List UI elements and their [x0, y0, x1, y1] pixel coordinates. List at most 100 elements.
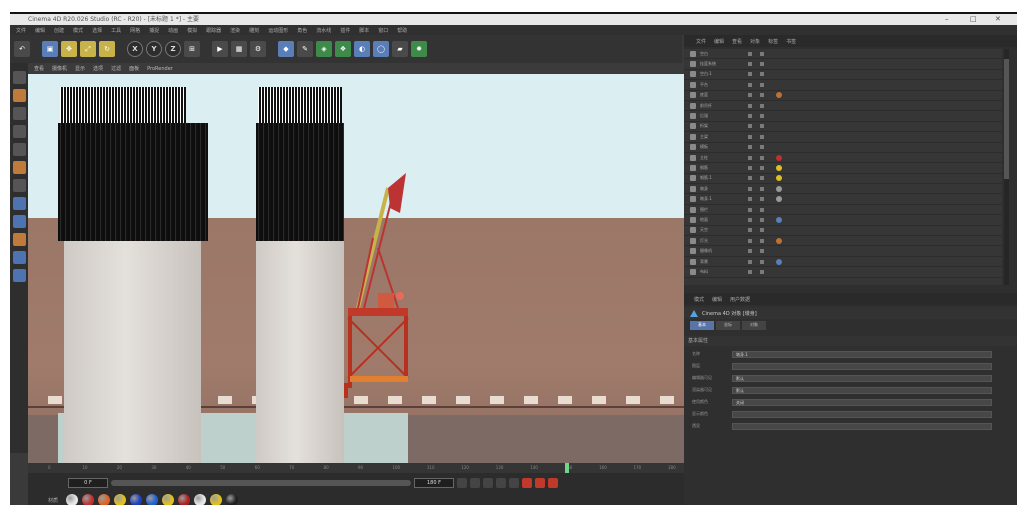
- object-tag-icon[interactable]: [776, 154, 782, 161]
- polygon-mode-icon[interactable]: [12, 161, 26, 174]
- timeline-slider[interactable]: [111, 480, 411, 486]
- object-name[interactable]: 布料: [700, 269, 740, 275]
- object-name[interactable]: 灯光: [700, 238, 740, 244]
- object-tag-icon[interactable]: [776, 185, 782, 192]
- object-tag-icon[interactable]: [776, 216, 782, 223]
- object-manager-menu-item[interactable]: 对象: [750, 38, 760, 45]
- visibility-toggle[interactable]: [748, 186, 752, 191]
- menu-item[interactable]: 流水线: [316, 27, 331, 34]
- record-icon[interactable]: [522, 478, 532, 488]
- visibility-toggle[interactable]: [748, 259, 752, 264]
- close-button[interactable]: ✕: [995, 14, 1001, 25]
- playhead-marker[interactable]: [565, 463, 569, 473]
- object-row[interactable]: 灯光: [684, 236, 1002, 247]
- autokey-icon[interactable]: [535, 478, 545, 488]
- render-toggle[interactable]: [760, 186, 764, 191]
- 3d-viewport[interactable]: 查看 摄像机 显示 选项 过滤 面板 ProRender: [28, 63, 684, 463]
- material-swatch[interactable]: [162, 494, 175, 505]
- viewport-menu-item[interactable]: 过滤: [111, 65, 121, 72]
- object-manager-menu-item[interactable]: 标签: [768, 38, 778, 45]
- render-toggle[interactable]: [760, 134, 764, 139]
- object-row[interactable]: 墩身: [684, 184, 1002, 195]
- point-mode-icon[interactable]: [12, 125, 26, 138]
- y-axis-toggle[interactable]: Y: [146, 41, 162, 57]
- object-row[interactable]: 后锚: [684, 111, 1002, 122]
- render-toggle[interactable]: [760, 165, 764, 170]
- object-row[interactable]: 平台: [684, 80, 1002, 91]
- scrollbar-thumb[interactable]: [1004, 59, 1009, 179]
- object-name[interactable]: 墩身: [700, 186, 740, 192]
- render-toggle[interactable]: [760, 62, 764, 67]
- material-swatch[interactable]: [130, 494, 143, 505]
- render-toggle[interactable]: [760, 51, 764, 56]
- workplane-icon[interactable]: [12, 251, 26, 264]
- menu-item[interactable]: 模式: [73, 27, 83, 34]
- menu-item[interactable]: 帮助: [397, 27, 407, 34]
- render-toggle[interactable]: [760, 217, 764, 222]
- material-swatch[interactable]: [226, 494, 239, 505]
- visibility-toggle[interactable]: [748, 72, 752, 77]
- object-name[interactable]: 后锚: [700, 113, 740, 119]
- edge-mode-icon[interactable]: [12, 143, 26, 156]
- cloner-icon[interactable]: ❖: [335, 41, 351, 57]
- menu-item[interactable]: 捕捉: [149, 27, 159, 34]
- object-row[interactable]: 立柱: [684, 153, 1002, 164]
- object-manager-menu-item[interactable]: 文件: [696, 38, 706, 45]
- render-toggle[interactable]: [760, 103, 764, 108]
- visibility-toggle[interactable]: [748, 134, 752, 139]
- object-name[interactable]: 钢筋.1: [700, 175, 740, 181]
- object-name[interactable]: 地面: [700, 217, 740, 223]
- render-toggle[interactable]: [760, 124, 764, 129]
- object-tag-icon[interactable]: [776, 237, 782, 244]
- menu-item[interactable]: 工具: [111, 27, 121, 34]
- object-name[interactable]: 钢筋: [700, 165, 740, 171]
- x-axis-toggle[interactable]: X: [127, 41, 143, 57]
- next-key-icon[interactable]: [496, 478, 506, 488]
- texture-mode-icon[interactable]: [12, 107, 26, 120]
- object-manager-list[interactable]: 空白 挂篮系统 空白.1 平台 底篮 前吊杆 后锚 桁架 主梁 模板 立柱 钢筋 钢筋.1 墩身 墩身.1 围…: [684, 49, 1002, 285]
- menu-item[interactable]: 渲染: [230, 27, 240, 34]
- menu-item[interactable]: 文件: [16, 27, 26, 34]
- menu-item[interactable]: 雕刻: [249, 27, 259, 34]
- object-tag-icon[interactable]: [776, 196, 782, 203]
- object-name[interactable]: 立柱: [700, 155, 740, 161]
- object-tag-icon[interactable]: [776, 175, 782, 182]
- visibility-toggle[interactable]: [748, 207, 752, 212]
- attribute-value-field[interactable]: 墩身.1: [732, 350, 992, 358]
- attribute-subtab[interactable]: 坐标: [716, 321, 740, 330]
- material-swatch[interactable]: [194, 494, 207, 505]
- object-row[interactable]: 挂篮系统: [684, 59, 1002, 70]
- object-row[interactable]: 空白: [684, 49, 1002, 60]
- menu-item[interactable]: 选择: [92, 27, 102, 34]
- object-tag-icon[interactable]: [776, 164, 782, 171]
- object-name[interactable]: 桁架: [700, 123, 740, 129]
- object-name[interactable]: 底篮: [700, 92, 740, 98]
- viewport-menu-item[interactable]: 显示: [75, 65, 85, 72]
- object-row[interactable]: 底篮: [684, 91, 1002, 101]
- visibility-toggle[interactable]: [748, 114, 752, 119]
- object-manager-menu-item[interactable]: 查看: [732, 38, 742, 45]
- viewport-menu-item[interactable]: ProRender: [147, 66, 173, 72]
- visibility-toggle[interactable]: [748, 145, 752, 150]
- material-swatch[interactable]: [66, 494, 79, 505]
- axis-mode-icon[interactable]: [12, 197, 26, 210]
- render-toggle[interactable]: [760, 82, 764, 87]
- object-row[interactable]: 桁架: [684, 122, 1002, 133]
- subdivision-icon[interactable]: ◈: [316, 41, 332, 57]
- visibility-toggle[interactable]: [748, 228, 752, 233]
- previous-key-icon[interactable]: [470, 478, 480, 488]
- frame-ruler[interactable]: 0102030405060708090100110120130140150160…: [28, 463, 684, 473]
- attribute-value-field[interactable]: [732, 422, 992, 430]
- undo-icon[interactable]: ↶: [14, 41, 30, 57]
- pen-icon[interactable]: ✎: [297, 41, 313, 57]
- object-name[interactable]: 空白: [700, 51, 740, 57]
- visibility-toggle[interactable]: [748, 62, 752, 67]
- visibility-toggle[interactable]: [748, 82, 752, 87]
- attribute-menu-item[interactable]: 编辑: [712, 296, 722, 303]
- play-icon[interactable]: [483, 478, 493, 488]
- object-name[interactable]: 挂篮系统: [700, 61, 740, 67]
- object-name[interactable]: 模板: [700, 144, 740, 150]
- render-toggle[interactable]: [760, 238, 764, 243]
- visibility-toggle[interactable]: [748, 197, 752, 202]
- sculpt-icon[interactable]: [12, 233, 26, 246]
